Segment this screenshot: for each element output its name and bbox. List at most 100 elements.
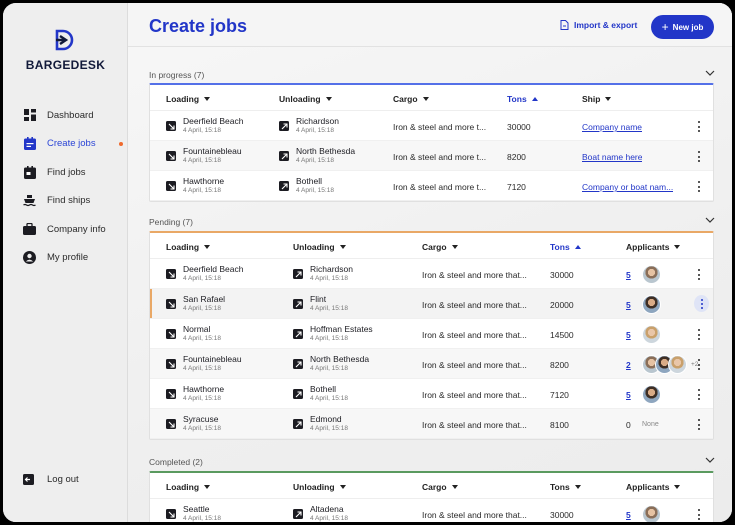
row-menu-icon[interactable] [694, 181, 704, 192]
column-header-tons[interactable]: Tons [507, 94, 538, 104]
sidebar-item-dashboard[interactable]: Dashboard [23, 101, 123, 130]
row-menu-icon[interactable] [694, 151, 704, 162]
applicant-avatars[interactable] [642, 294, 661, 314]
applicants-count-link[interactable]: 5 [626, 510, 631, 520]
row-menu-icon[interactable] [694, 329, 704, 340]
row-menu-icon[interactable] [694, 419, 704, 430]
column-header-applicants[interactable]: Applicants [626, 482, 681, 492]
row-menu-icon[interactable] [694, 389, 704, 400]
loading-arrow-icon [166, 299, 176, 309]
column-header-cargo[interactable]: Cargo [422, 242, 458, 252]
ship-link[interactable]: Company or boat nam... [582, 182, 673, 192]
loading-date: 4 April, 15:18 [183, 127, 221, 134]
unloading-date: 4 April, 15:18 [310, 515, 348, 522]
sidebar-item-create-jobs[interactable]: Create jobs [23, 130, 123, 159]
loading-location: Hawthorne [183, 384, 225, 394]
table-row[interactable]: Seattle 4 April, 15:18 Altadena 4 April, 15… [150, 499, 713, 522]
column-header-unloading[interactable]: Unloading [279, 94, 332, 104]
sidebar: BARGEDESK Dashboard Create jobs Find job… [3, 3, 128, 522]
table-row[interactable]: Normal 4 April, 15:18 Hoffman Estates 4 Apr… [150, 319, 713, 349]
sidebar-item-find-jobs[interactable]: Find jobs [23, 158, 123, 187]
logout-label: Log out [47, 474, 79, 485]
loading-date: 4 April, 15:18 [183, 395, 221, 402]
logout-button[interactable]: Log out [23, 474, 79, 485]
completed-section-header[interactable]: Completed (2) [149, 457, 715, 467]
column-header-cargo[interactable]: Cargo [393, 94, 429, 104]
table-row[interactable]: Deerfield Beach 4 April, 15:18 Richardson 4… [150, 111, 713, 141]
row-menu-icon[interactable] [694, 359, 704, 370]
plus-icon: + [661, 20, 669, 34]
unloading-location: Edmond [310, 414, 342, 424]
applicant-avatars[interactable] [642, 384, 661, 404]
loading-date: 4 April, 15:18 [183, 425, 221, 432]
table-row[interactable]: Hawthorne 4 April, 15:18 Bothell 4 April, 1… [150, 379, 713, 409]
loading-date: 4 April, 15:18 [183, 365, 221, 372]
loading-location: Seattle [183, 504, 210, 514]
chevron-down-icon[interactable] [705, 455, 715, 465]
column-header-unloading[interactable]: Unloading [293, 242, 346, 252]
loading-arrow-icon [166, 181, 176, 191]
column-header-loading[interactable]: Loading [166, 242, 211, 252]
ship-link[interactable]: Company name [582, 122, 642, 132]
table-row[interactable]: San Rafael 4 April, 15:18 Flint 4 April, 15… [150, 289, 713, 319]
sidebar-item-find-ships[interactable]: Find ships [23, 187, 123, 216]
applicants-count-link[interactable]: 5 [626, 300, 631, 310]
loading-location: Deerfield Beach [183, 264, 244, 274]
row-menu-icon[interactable] [694, 121, 704, 132]
cargo-cell: Iron & steel and more that... [422, 510, 527, 520]
pending-section-header[interactable]: Pending (7) [149, 217, 715, 227]
sidebar-item-company-info[interactable]: Company info [23, 215, 123, 244]
loading-arrow-icon [166, 509, 176, 519]
column-header-tons[interactable]: Tons [550, 482, 581, 492]
loading-location: Fountainebleau [183, 354, 242, 364]
table-row[interactable]: Hawthorne 4 April, 15:18 Bothell 4 April, 1… [150, 171, 713, 201]
column-header-tons[interactable]: Tons [550, 242, 581, 252]
applicants-count-link[interactable]: 2 [626, 360, 631, 370]
pending-table: Loading Unloading Cargo Tons Applicants … [149, 231, 714, 440]
chevron-down-icon[interactable] [705, 215, 715, 225]
applicant-avatars[interactable] [642, 264, 661, 284]
row-menu-icon[interactable] [694, 269, 704, 280]
unloading-date: 4 April, 15:18 [310, 365, 348, 372]
loading-arrow-icon [166, 329, 176, 339]
applicant-avatars[interactable] [642, 504, 661, 522]
row-menu-icon[interactable] [694, 295, 709, 312]
column-header-applicants[interactable]: Applicants [626, 242, 681, 252]
table-row[interactable]: Deerfield Beach 4 April, 15:18 Richardson 4… [150, 259, 713, 289]
avatar [642, 264, 661, 284]
bargedesk-logo-icon [55, 29, 74, 51]
table-row[interactable]: Fountainebleau 4 April, 15:18 North Bethes… [150, 349, 713, 379]
column-header-loading[interactable]: Loading [166, 94, 211, 104]
create-jobs-icon [23, 137, 36, 151]
dashboard-icon [23, 109, 36, 122]
applicants-count-link[interactable]: 5 [626, 270, 631, 280]
new-job-button[interactable]: + New job [651, 15, 714, 39]
chevron-down-icon[interactable] [705, 68, 715, 78]
applicant-avatars[interactable]: +2 [642, 354, 698, 374]
column-header-unloading[interactable]: Unloading [293, 482, 346, 492]
applicants-count-link[interactable]: 5 [626, 390, 631, 400]
sidebar-item-my-profile[interactable]: My profile [23, 244, 123, 273]
sidebar-item-label: Company info [47, 223, 106, 235]
avatar [642, 324, 661, 344]
column-header-loading[interactable]: Loading [166, 482, 211, 492]
loading-arrow-icon [166, 151, 176, 161]
loading-arrow-icon [166, 121, 176, 131]
applicants-count-link[interactable]: 5 [626, 330, 631, 340]
applicant-avatars[interactable] [642, 324, 661, 344]
in-progress-section-header[interactable]: In progress (7) [149, 70, 715, 80]
applicants-none-label: None [642, 421, 659, 428]
sort-caret-icon [422, 97, 429, 101]
ship-icon [23, 194, 36, 207]
table-row[interactable]: Syracuse 4 April, 15:18 Edmond 4 April, 15:… [150, 409, 713, 439]
notification-dot [119, 141, 123, 146]
import-export-button[interactable]: Import & export [560, 20, 637, 30]
sort-caret-icon [574, 485, 581, 489]
tons-cell: 30000 [550, 270, 574, 280]
ship-link[interactable]: Boat name here [582, 152, 642, 162]
table-row[interactable]: Fountainebleau 4 April, 15:18 North Bethes… [150, 141, 713, 171]
column-header-ship[interactable]: Ship [582, 94, 612, 104]
column-header-cargo[interactable]: Cargo [422, 482, 458, 492]
row-menu-icon[interactable] [694, 509, 704, 520]
sort-caret-up-icon [531, 97, 538, 101]
